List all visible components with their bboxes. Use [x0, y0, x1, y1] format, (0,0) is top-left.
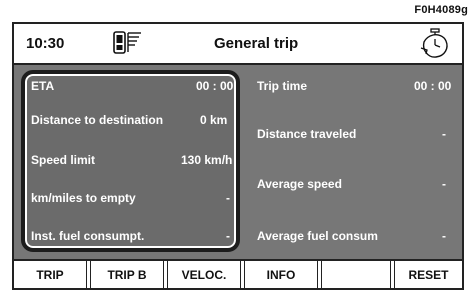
distance-traveled-label: Distance traveled: [257, 127, 357, 141]
average-speed-label: Average speed: [257, 177, 342, 191]
page-title: General trip: [214, 35, 299, 52]
trip-time-value: 00 : 00: [414, 79, 452, 93]
eta-label: ETA: [31, 79, 55, 93]
average-fuel-value: -: [442, 229, 446, 243]
softkey-bar: TRIP TRIP B VELOC. INFO RESET: [14, 259, 462, 288]
veloc-softkey[interactable]: VELOC.: [168, 261, 240, 288]
distance-traveled-value: -: [442, 127, 446, 141]
trip-softkey[interactable]: TRIP: [14, 261, 86, 288]
inst-fuel-value: -: [226, 229, 230, 243]
clock-time: 10:30: [26, 35, 65, 52]
trip-data-area: ETA 00 : 00 Distance to destination 0 km…: [14, 65, 462, 259]
status-bar: 10:30 General trip: [14, 24, 462, 65]
km-to-empty-value: -: [226, 191, 230, 205]
distance-destination-label: Distance to destination: [31, 113, 164, 127]
km-to-empty-label: km/miles to empty: [31, 191, 136, 205]
trip-b-softkey[interactable]: TRIP B: [91, 261, 163, 288]
inst-fuel-label: Inst. fuel consumpt.: [31, 229, 145, 243]
info-softkey[interactable]: INFO: [245, 261, 317, 288]
trip-time-label: Trip time: [257, 79, 308, 93]
eta-value: 00 : 00: [196, 79, 234, 93]
reset-softkey[interactable]: RESET: [395, 261, 462, 288]
phone-signal-icon: [113, 31, 141, 54]
figure-code: F0H4089g: [414, 4, 468, 16]
empty-softkey[interactable]: [322, 261, 390, 288]
display-screen: 10:30 General trip ETA 00 : 00 Distance …: [12, 22, 464, 290]
speed-limit-value: 130 km/h: [181, 153, 233, 167]
average-speed-value: -: [442, 177, 446, 191]
average-fuel-label: Average fuel consum: [257, 229, 378, 243]
speed-limit-label: Speed limit: [31, 153, 96, 167]
distance-destination-value: 0 km: [200, 113, 228, 127]
stopwatch-icon: [420, 28, 448, 58]
